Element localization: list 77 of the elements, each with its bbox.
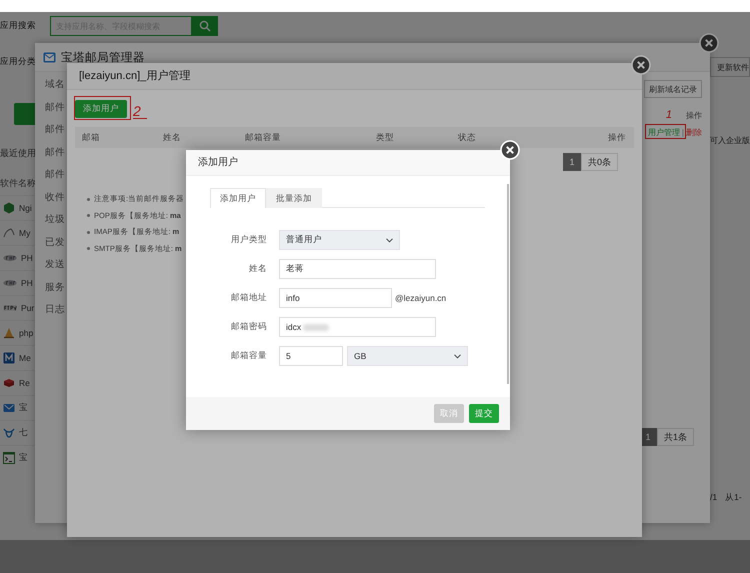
software-name: Ngi (19, 203, 32, 213)
scrollbar[interactable] (507, 184, 509, 384)
dialog-title: 添加用户 (186, 150, 510, 176)
input-field[interactable]: 老蒋 (279, 259, 436, 279)
input-field[interactable]: idcx (279, 317, 436, 337)
hexagon-icon (3, 202, 15, 214)
delete-link[interactable]: 删除 (686, 126, 702, 138)
submit-button[interactable]: 提交 (469, 404, 499, 423)
recent-label: 最近使用 (0, 147, 35, 160)
tab[interactable]: 批量添加 (266, 188, 322, 208)
window-title: [lezaiyun.cn]_用户管理 (67, 63, 642, 90)
page-info: /1 (710, 492, 718, 504)
field-label: 邮箱容量 (230, 350, 267, 362)
tab[interactable]: 添加用户 (210, 188, 266, 208)
window-title: 宝塔邮局管理器 (61, 50, 145, 64)
software-name: 宝 (19, 402, 28, 414)
software-name: Me (19, 353, 31, 363)
total-count: 共0条 (580, 153, 618, 171)
search-icon (199, 20, 211, 32)
php-logo-icon (3, 279, 17, 287)
total-count: 共1条 (656, 428, 694, 446)
bullet-icon (87, 230, 90, 234)
column-header: 姓名 (163, 132, 181, 144)
separator: | (682, 128, 684, 136)
software-name: PH (21, 253, 33, 263)
unit-select[interactable]: GB (347, 346, 468, 366)
chevron-down-icon (454, 354, 461, 358)
m-logo-icon (3, 352, 15, 364)
column-header: 操作 (686, 110, 702, 121)
field-label: 用户类型 (230, 234, 267, 246)
software-name: php (19, 328, 34, 338)
refresh-button[interactable]: 刷新域名记录 (644, 80, 702, 98)
sailboat-icon (3, 327, 15, 339)
highlight-frame (74, 96, 131, 120)
domain-suffix: @lezaiyun.cn (395, 293, 446, 303)
user-manage-link[interactable]: 用户管理 (648, 126, 680, 138)
bullet-icon (87, 214, 90, 218)
notice-text: 可入企业版 (710, 135, 750, 146)
input-field[interactable]: 5 (279, 346, 343, 366)
close-icon[interactable] (699, 33, 719, 53)
software-name: My (19, 228, 30, 238)
update-button[interactable]: 更新软件 (710, 57, 750, 77)
bull-head-icon (3, 427, 15, 439)
software-name: 宝 (19, 452, 28, 464)
user-type-select[interactable]: 普通用户 (279, 230, 400, 250)
column-header: 邮箱容量 (245, 132, 281, 144)
php-logo-icon (3, 254, 17, 262)
software-name: 七 (19, 427, 28, 439)
software-name: Pur (21, 303, 34, 313)
dolphin-icon (3, 227, 15, 239)
annotation-mark: 2 (133, 104, 147, 119)
category-label: 应用分类 (0, 56, 36, 68)
input-field[interactable]: info (279, 288, 392, 308)
ftp-logo-icon (3, 304, 17, 312)
range-text: 从1- (725, 492, 742, 504)
software-name: PH (21, 278, 33, 288)
column-header: 类型 (376, 132, 394, 144)
column-header: 状态 (458, 132, 476, 144)
column-header: 邮箱 (82, 132, 100, 144)
field-label: 邮箱地址 (230, 292, 267, 304)
annotation-mark: 1 (666, 110, 672, 121)
software-name: Re (19, 378, 30, 388)
search-label: 应用搜索 (0, 20, 36, 32)
envelope-icon (3, 402, 15, 414)
bullet-icon (87, 247, 90, 250)
page-number[interactable]: 1 (562, 153, 581, 171)
column-header: 操作 (608, 132, 626, 144)
cube-stack-icon (3, 377, 15, 389)
close-icon[interactable] (500, 140, 520, 160)
highlight-frame (644, 124, 686, 139)
add-user-button[interactable]: 添加用户 (75, 100, 127, 118)
field-label: 邮箱密码 (230, 321, 267, 333)
envelope-icon (43, 52, 56, 62)
chevron-down-icon (386, 238, 393, 242)
bullet-icon (87, 198, 90, 201)
terminal-icon (3, 452, 15, 464)
field-label: 姓名 (248, 263, 267, 275)
